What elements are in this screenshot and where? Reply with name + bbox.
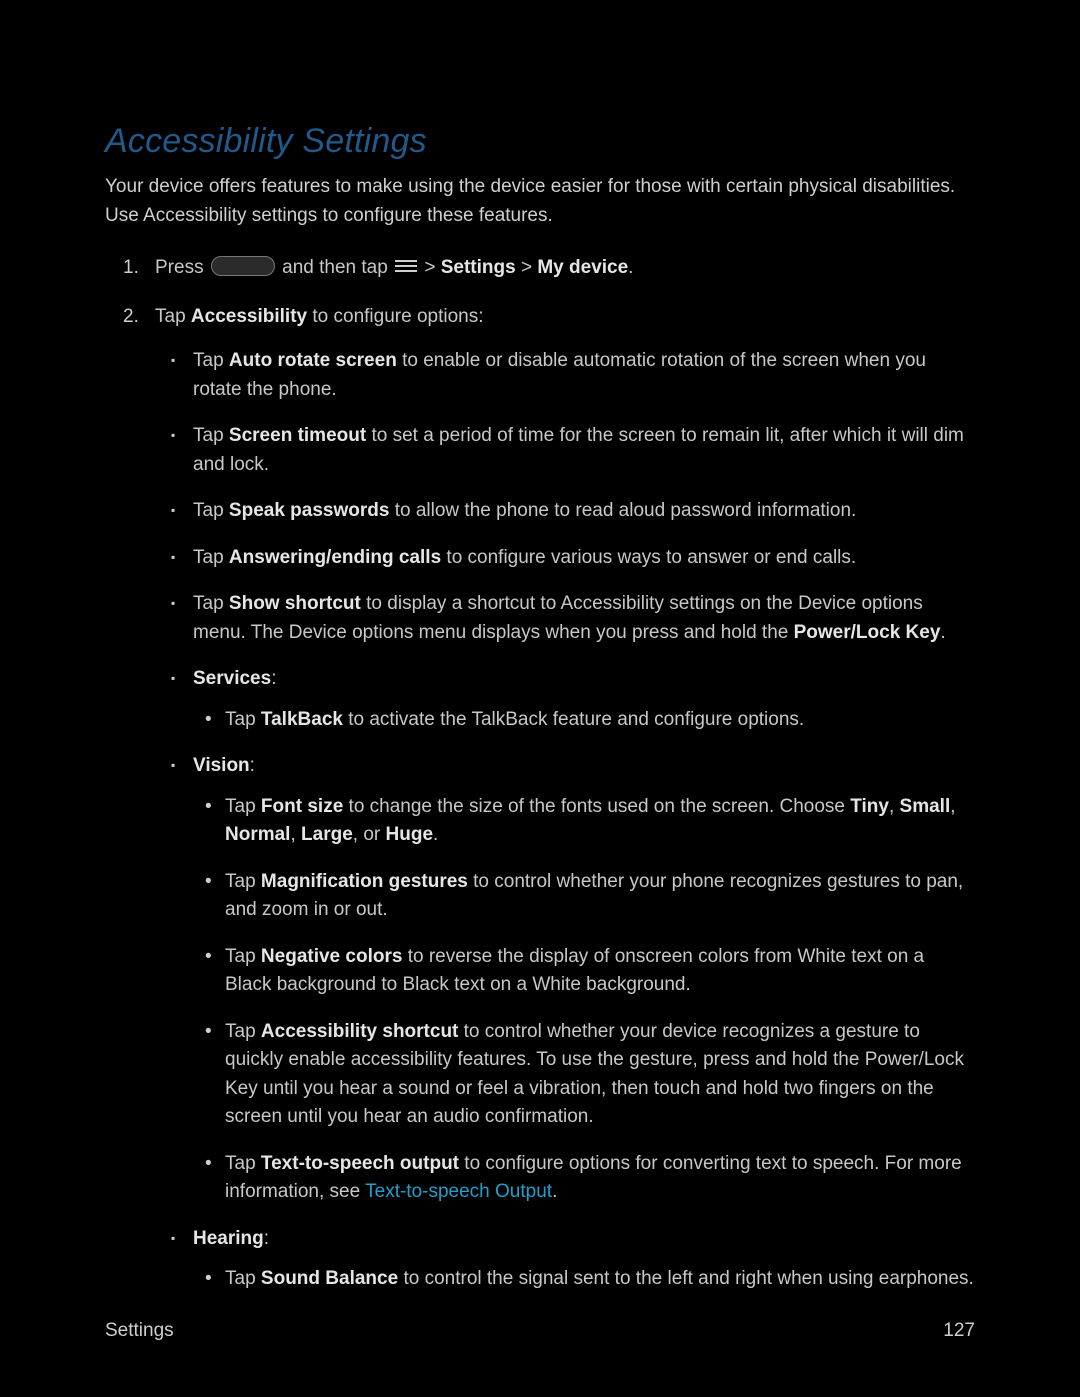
page-heading: Accessibility Settings <box>105 116 975 167</box>
text: to control the signal sent to the left a… <box>398 1268 974 1289</box>
category-label: Services <box>193 668 271 689</box>
text: Tap <box>225 946 261 967</box>
option-label: Auto rotate screen <box>229 350 397 371</box>
text: Tap <box>193 350 229 371</box>
category-label: Vision <box>193 755 250 776</box>
option-label: Accessibility shortcut <box>261 1021 458 1042</box>
list-item: Tap Screen timeout to set a period of ti… <box>193 422 975 479</box>
footer-section: Settings <box>105 1317 174 1346</box>
text: . <box>628 257 633 278</box>
text: , <box>950 796 955 817</box>
tts-output-link[interactable]: Text-to-speech Output <box>365 1181 552 1202</box>
text: : <box>250 755 255 776</box>
text: Tap <box>155 306 191 327</box>
text: : <box>271 668 276 689</box>
steps-list: 1. Press and then tap > Settings > My de… <box>105 254 975 1294</box>
my-device-label: My device <box>537 257 628 278</box>
vision-category: Vision: Tap Font size to change the size… <box>193 752 975 1207</box>
option-label: Screen timeout <box>229 425 366 446</box>
list-item: Tap Accessibility shortcut to control wh… <box>225 1018 975 1132</box>
hearing-category: Hearing: Tap Sound Balance to control th… <box>193 1225 975 1294</box>
text: Tap <box>225 709 261 730</box>
list-item: Tap Speak passwords to allow the phone t… <box>193 497 975 526</box>
text: to configure various ways to answer or e… <box>441 547 856 568</box>
step-number: 2. <box>123 303 139 332</box>
list-item: Tap Font size to change the size of the … <box>225 793 975 850</box>
size-small: Small <box>900 796 951 817</box>
menu-icon <box>395 259 417 275</box>
text: Tap <box>193 547 229 568</box>
list-item: Tap Sound Balance to control the signal … <box>225 1265 975 1294</box>
text: . <box>433 824 438 845</box>
text: : <box>264 1228 269 1249</box>
list-item: Tap Show shortcut to display a shortcut … <box>193 590 975 647</box>
option-label: Magnification gestures <box>261 871 468 892</box>
option-label: Show shortcut <box>229 593 361 614</box>
page-footer: Settings 127 <box>105 1317 975 1346</box>
option-label: TalkBack <box>261 709 343 730</box>
text: > <box>419 257 441 278</box>
size-tiny: Tiny <box>850 796 889 817</box>
home-button-icon <box>211 256 275 276</box>
text: . <box>940 622 945 643</box>
option-label: Answering/ending calls <box>229 547 441 568</box>
list-item: Tap Auto rotate screen to enable or disa… <box>193 347 975 404</box>
list-item: Tap Text-to-speech output to configure o… <box>225 1150 975 1207</box>
services-list: Tap TalkBack to activate the TalkBack fe… <box>193 706 975 735</box>
step-1: 1. Press and then tap > Settings > My de… <box>155 254 975 283</box>
text: Press <box>155 257 209 278</box>
option-label: Negative colors <box>261 946 403 967</box>
text: to configure options: <box>307 306 483 327</box>
text: to allow the phone to read aloud passwor… <box>389 500 856 521</box>
text: Tap <box>193 500 229 521</box>
text: > <box>516 257 538 278</box>
size-normal: Normal <box>225 824 290 845</box>
list-item: Tap Magnification gestures to control wh… <box>225 868 975 925</box>
intro-paragraph: Your device offers features to make usin… <box>105 173 975 230</box>
text: Tap <box>225 1268 261 1289</box>
text: Tap <box>225 1021 261 1042</box>
step-2: 2. Tap Accessibility to configure option… <box>155 303 975 1294</box>
hearing-list: Tap Sound Balance to control the signal … <box>193 1265 975 1294</box>
text: and then tap <box>277 257 393 278</box>
text: to change the size of the fonts used on … <box>343 796 850 817</box>
option-label: Text-to-speech output <box>261 1153 459 1174</box>
option-label: Sound Balance <box>261 1268 398 1289</box>
text: to activate the TalkBack feature and con… <box>343 709 804 730</box>
text: Tap <box>225 871 261 892</box>
text: , <box>290 824 301 845</box>
step-number: 1. <box>123 254 139 283</box>
text: , or <box>353 824 386 845</box>
settings-label: Settings <box>441 257 516 278</box>
list-item: Tap Negative colors to reverse the displ… <box>225 943 975 1000</box>
size-huge: Huge <box>386 824 434 845</box>
text: , <box>889 796 900 817</box>
services-category: Services: Tap TalkBack to activate the T… <box>193 665 975 734</box>
size-large: Large <box>301 824 353 845</box>
footer-page-number: 127 <box>943 1317 975 1346</box>
text: Tap <box>225 1153 261 1174</box>
power-lock-key-label: Power/Lock Key <box>794 622 941 643</box>
text: Tap <box>225 796 261 817</box>
text: Tap <box>193 593 229 614</box>
option-label: Font size <box>261 796 343 817</box>
text: Tap <box>193 425 229 446</box>
list-item: Tap TalkBack to activate the TalkBack fe… <box>225 706 975 735</box>
vision-list: Tap Font size to change the size of the … <box>193 793 975 1207</box>
accessibility-label: Accessibility <box>191 306 307 327</box>
option-label: Speak passwords <box>229 500 390 521</box>
text: . <box>552 1181 557 1202</box>
category-label: Hearing <box>193 1228 264 1249</box>
accessibility-options: Tap Auto rotate screen to enable or disa… <box>155 347 975 1294</box>
page-content: Accessibility Settings Your device offer… <box>0 0 1080 1374</box>
list-item: Tap Answering/ending calls to configure … <box>193 544 975 573</box>
